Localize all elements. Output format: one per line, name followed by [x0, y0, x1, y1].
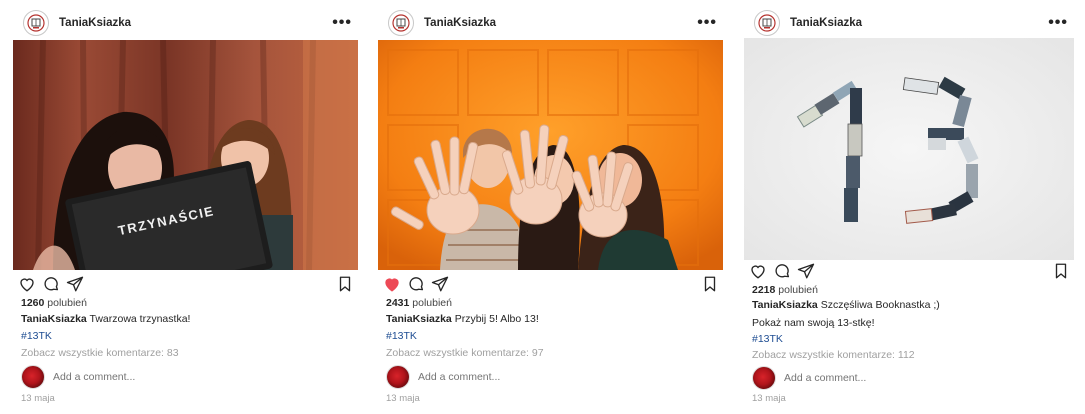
- likes-count[interactable]: 2431 polubień: [386, 297, 717, 309]
- likes-count[interactable]: 2218 polubień: [752, 284, 1068, 296]
- bookmark-icon[interactable]: [336, 275, 354, 293]
- likes-label: polubień: [778, 284, 818, 296]
- likes-number: 1260: [21, 297, 45, 309]
- more-options-icon[interactable]: •••: [1048, 15, 1068, 31]
- comment-icon[interactable]: [407, 275, 425, 293]
- avatar: [386, 365, 410, 389]
- caption-text: Twarzowa trzynastka!: [89, 313, 191, 325]
- likes-number: 2218: [752, 284, 776, 296]
- username[interactable]: TaniaKsiazka: [790, 17, 862, 29]
- hashtag-link[interactable]: #13TK: [21, 330, 352, 342]
- share-icon[interactable]: [797, 262, 815, 280]
- view-comments-link[interactable]: Zobacz wszystkie komentarze: 83: [21, 347, 352, 359]
- bookmark-icon[interactable]: [1052, 262, 1070, 280]
- add-comment-row: [752, 366, 1068, 390]
- action-bar: [383, 275, 719, 293]
- post-card-2: TaniaKsiazka ••• 2431 polubień TaniaKsia…: [378, 0, 723, 414]
- caption-username[interactable]: TaniaKsiazka: [752, 299, 818, 311]
- likes-count[interactable]: 1260 polubień: [21, 297, 352, 309]
- likes-label: polubień: [412, 297, 452, 309]
- share-icon[interactable]: [431, 275, 449, 293]
- post-photo: [378, 40, 723, 270]
- add-comment-input[interactable]: [418, 371, 668, 383]
- post-date: 13 maja: [386, 393, 420, 404]
- post-photo: TRZYNAŚCIE: [13, 40, 358, 270]
- likes-number: 2431: [386, 297, 410, 309]
- profile-logo[interactable]: [754, 10, 780, 36]
- hashtag-link[interactable]: #13TK: [752, 333, 1068, 345]
- hashtag-link[interactable]: #13TK: [386, 330, 717, 342]
- heart-icon[interactable]: [18, 275, 36, 293]
- username[interactable]: TaniaKsiazka: [59, 17, 131, 29]
- caption-username[interactable]: TaniaKsiazka: [386, 313, 452, 325]
- caption-text: Szczęśliwa Booknastka ;): [820, 299, 940, 311]
- avatar: [752, 366, 776, 390]
- post-card-3: TaniaKsiazka ••• 2218 polubień TaniaKsia…: [744, 0, 1074, 414]
- post-card-1: TaniaKsiazka ••• TRZYNAŚCIE 1260 polubie…: [13, 0, 358, 414]
- caption-username[interactable]: TaniaKsiazka: [21, 313, 87, 325]
- add-comment-input[interactable]: [784, 372, 1034, 384]
- add-comment-row: [21, 365, 352, 389]
- post-header: TaniaKsiazka •••: [23, 9, 358, 37]
- post-photo: [744, 38, 1074, 260]
- action-bar: [18, 275, 354, 293]
- caption: TaniaKsiazka Przybij 5! Albo 13!: [386, 313, 717, 325]
- profile-logo[interactable]: [23, 10, 49, 36]
- post-date: 13 maja: [21, 393, 55, 404]
- profile-logo[interactable]: [388, 10, 414, 36]
- action-bar: [749, 262, 1070, 280]
- heart-icon[interactable]: [749, 262, 767, 280]
- more-options-icon[interactable]: •••: [697, 15, 717, 31]
- caption: TaniaKsiazka Twarzowa trzynastka!: [21, 313, 352, 325]
- likes-label: polubień: [47, 297, 87, 309]
- post-date: 13 maja: [752, 393, 786, 404]
- caption-line-2: Pokaż nam swoją 13-stkę!: [752, 317, 875, 329]
- view-comments-link[interactable]: Zobacz wszystkie komentarze: 97: [386, 347, 717, 359]
- bookmark-icon[interactable]: [701, 275, 719, 293]
- comment-icon[interactable]: [42, 275, 60, 293]
- more-options-icon[interactable]: •••: [332, 15, 352, 31]
- post-header: TaniaKsiazka •••: [754, 9, 1074, 37]
- caption-text: Przybij 5! Albo 13!: [454, 313, 539, 325]
- add-comment-input[interactable]: [53, 371, 303, 383]
- avatar: [21, 365, 45, 389]
- caption: TaniaKsiazka Szczęśliwa Booknastka ;): [752, 299, 1068, 311]
- post-header: TaniaKsiazka •••: [388, 9, 723, 37]
- add-comment-row: [386, 365, 717, 389]
- share-icon[interactable]: [66, 275, 84, 293]
- heart-icon[interactable]: [383, 275, 401, 293]
- username[interactable]: TaniaKsiazka: [424, 17, 496, 29]
- comment-icon[interactable]: [773, 262, 791, 280]
- view-comments-link[interactable]: Zobacz wszystkie komentarze: 112: [752, 349, 1068, 361]
